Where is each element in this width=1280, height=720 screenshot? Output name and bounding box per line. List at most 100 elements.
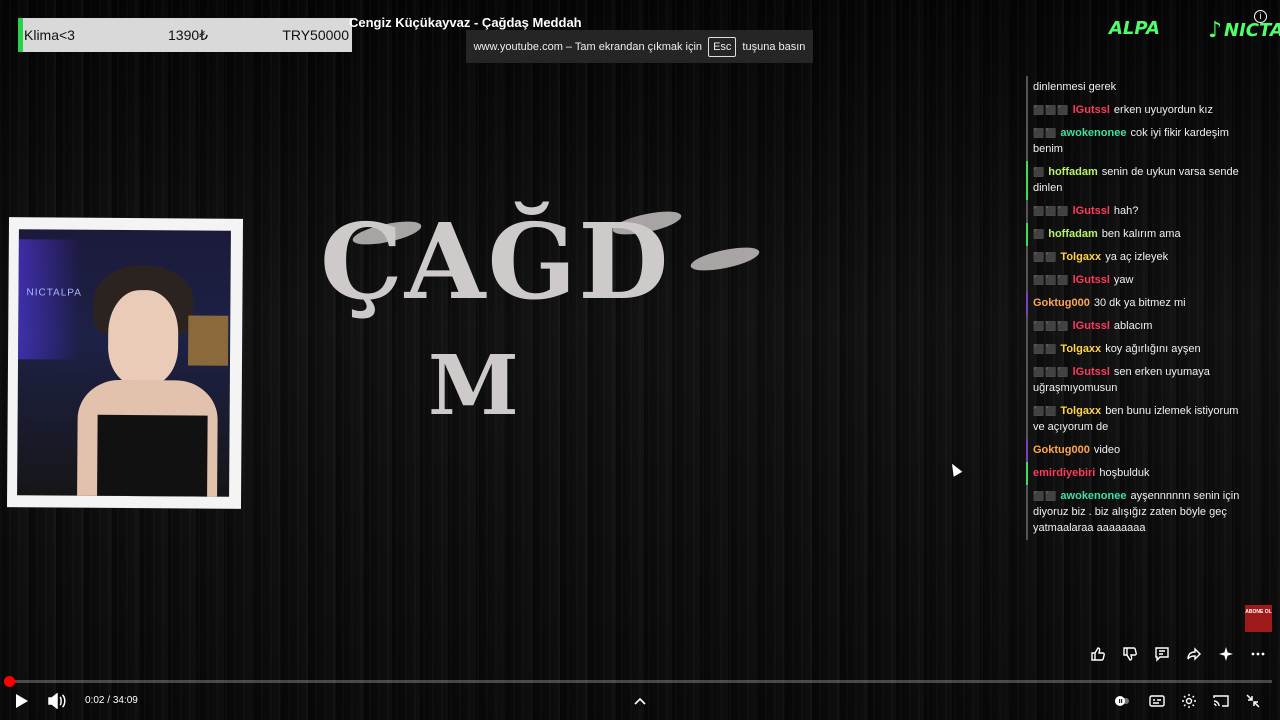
chat-message: ⬛⬛ Tolgaxx ya aç izleyek: [1026, 246, 1254, 269]
progress-bar[interactable]: [4, 676, 1272, 687]
chat-badges-icon: ⬛⬛: [1033, 128, 1058, 138]
chat-badges-icon: ⬛⬛⬛: [1033, 321, 1070, 331]
chat-message: Goktug000 30 dk ya bitmez mi: [1026, 292, 1254, 315]
fullscreen-notice-suffix: tuşuna basın: [742, 40, 806, 53]
chat-username[interactable]: emirdiyebiri: [1033, 467, 1095, 479]
more-icon[interactable]: [1248, 644, 1268, 664]
chat-text: yaw: [1113, 274, 1134, 286]
chat-username[interactable]: lGutssl: [1073, 274, 1110, 286]
webcam-sign: NICTALPA: [26, 287, 82, 299]
chat-message-bar: [1026, 246, 1028, 269]
chat-username[interactable]: Goktug000: [1033, 297, 1090, 309]
chat-badges-icon: ⬛: [1033, 167, 1046, 177]
chat-message-bar: [1026, 338, 1028, 361]
chat-message-bar: [1026, 223, 1028, 246]
comment-icon[interactable]: [1152, 644, 1172, 664]
chat-message-bar: [1026, 99, 1028, 122]
chat-message: ⬛⬛⬛ lGutssl ablacım: [1026, 315, 1254, 338]
settings-gear-icon[interactable]: [1180, 688, 1198, 714]
chat-message: ⬛⬛ awokenonee ayşennnnnn senin için diyoru…: [1026, 485, 1254, 540]
chat-message-bar: [1026, 361, 1028, 400]
chat-message-bar: [1026, 315, 1028, 338]
chat-text: hah?: [1113, 205, 1139, 217]
chat-badges-icon: ⬛⬛⬛: [1033, 206, 1070, 216]
video-title[interactable]: Cengiz Küçükayvaz - Çağdaş Meddah: [349, 15, 582, 30]
chat-text: erken uyuyordun kız: [1113, 104, 1213, 116]
subscribe-badge[interactable]: ABONE OL: [1245, 605, 1272, 632]
webcam-neon-light: [18, 239, 79, 360]
chat-username[interactable]: lGutssl: [1073, 205, 1110, 217]
chat-username[interactable]: hoffadam: [1048, 228, 1098, 240]
chevron-up-icon[interactable]: [632, 688, 648, 714]
webcam-feed: NICTALPA: [17, 229, 231, 497]
chat-username[interactable]: hoffadam: [1048, 166, 1098, 178]
chat-badges-icon: ⬛⬛: [1033, 252, 1058, 262]
chat-badges-icon: ⬛⬛⬛: [1033, 105, 1070, 115]
chat-message: ⬛⬛⬛ lGutssl yaw: [1026, 269, 1254, 292]
webcam-pillow: [187, 315, 229, 366]
chat-username[interactable]: awokenonee: [1060, 127, 1126, 139]
chat-username[interactable]: lGutssl: [1073, 320, 1110, 332]
chat-message: ⬛⬛⬛ lGutssl hah?: [1026, 200, 1254, 223]
donation-accent: [18, 18, 23, 52]
chat-text: ablacım: [1113, 320, 1153, 332]
chat-message-bar: [1026, 485, 1028, 540]
chat-message-bar: [1026, 292, 1028, 315]
chat-overlay: dinlenmesi gerek ⬛⬛⬛ lGutssl erken uyuyordu…: [1026, 76, 1254, 540]
time-separator: /: [104, 695, 113, 706]
chat-message-bar: [1026, 161, 1028, 200]
donation-name: Klima<3: [24, 27, 75, 43]
autoplay-toggle-icon[interactable]: [1113, 688, 1131, 714]
chat-message: ⬛⬛⬛ lGutssl sen erken uyumaya uğraşmıyomus…: [1026, 361, 1254, 400]
chat-badges-icon: ⬛⬛⬛: [1033, 367, 1070, 377]
chat-text: hoşbulduk: [1099, 467, 1150, 479]
chat-message-bar: [1026, 200, 1028, 223]
chat-text: ya aç izleyek: [1105, 251, 1169, 263]
chat-text: ben kalırım ama: [1101, 228, 1181, 240]
brand-right-text: NICTA: [1224, 20, 1280, 41]
volume-icon[interactable]: [46, 688, 68, 714]
play-icon[interactable]: [12, 688, 32, 714]
chat-message: ⬛ hoffadam ben kalırım ama: [1026, 223, 1254, 246]
info-icon[interactable]: i: [1254, 10, 1267, 23]
subtitles-icon[interactable]: [1148, 688, 1166, 714]
thumb-up-icon[interactable]: [1088, 644, 1108, 664]
cast-icon[interactable]: [1212, 688, 1230, 714]
chat-message: ⬛⬛ Tolgaxx koy ağırlığını ayşen: [1026, 338, 1254, 361]
esc-key: Esc: [708, 36, 737, 57]
time-display: 0:02 / 34:09: [85, 695, 138, 706]
chat-message-bar: [1026, 400, 1028, 439]
chat-message-bar: [1026, 462, 1028, 485]
donation-bar: Klima<3 1390₺ TRY50000: [18, 18, 352, 52]
chat-username[interactable]: Tolgaxx: [1060, 251, 1101, 263]
chat-username[interactable]: awokenonee: [1060, 490, 1126, 502]
sparkle-icon[interactable]: [1216, 644, 1236, 664]
webcam-person-face: [107, 289, 179, 386]
chat-message: ⬛⬛ awokenonee cok iyi fikir kardeşim benim: [1026, 122, 1254, 161]
chat-message-bar: [1026, 76, 1028, 99]
chat-text: video: [1093, 444, 1121, 456]
chat-message: ⬛⬛⬛ lGutssl erken uyuyordun kız: [1026, 99, 1254, 122]
thumb-down-icon[interactable]: [1120, 644, 1140, 664]
video-actions: [1088, 644, 1268, 664]
chat-username[interactable]: Tolgaxx: [1060, 405, 1101, 417]
share-icon[interactable]: [1184, 644, 1204, 664]
chat-username[interactable]: Goktug000: [1033, 444, 1090, 456]
fullscreen-notice: www.youtube.com – Tam ekrandan çıkmak iç…: [466, 30, 813, 63]
chat-username[interactable]: Tolgaxx: [1060, 343, 1101, 355]
chat-message-bar: [1026, 269, 1028, 292]
time-total: 34:09: [112, 695, 138, 706]
fullscreen-notice-prefix: www.youtube.com – Tam ekrandan çıkmak iç…: [473, 40, 703, 53]
webcam-person-top: [97, 414, 208, 497]
chat-username[interactable]: lGutssl: [1073, 366, 1110, 378]
donation-goal: TRY50000: [282, 27, 349, 43]
brand-logo-left: ALPA: [1109, 18, 1160, 39]
chat-text: dinlenmesi gerek: [1033, 81, 1117, 93]
chat-text: koy ağırlığını ayşen: [1105, 343, 1201, 355]
time-current: 0:02: [85, 695, 105, 706]
brand-logo-right: ♪ NICTA: [1208, 18, 1280, 43]
chat-badges-icon: ⬛⬛: [1033, 344, 1058, 354]
chat-badges-icon: ⬛: [1033, 229, 1046, 239]
exit-fullscreen-icon[interactable]: [1244, 688, 1262, 714]
chat-username[interactable]: lGutssl: [1073, 104, 1110, 116]
